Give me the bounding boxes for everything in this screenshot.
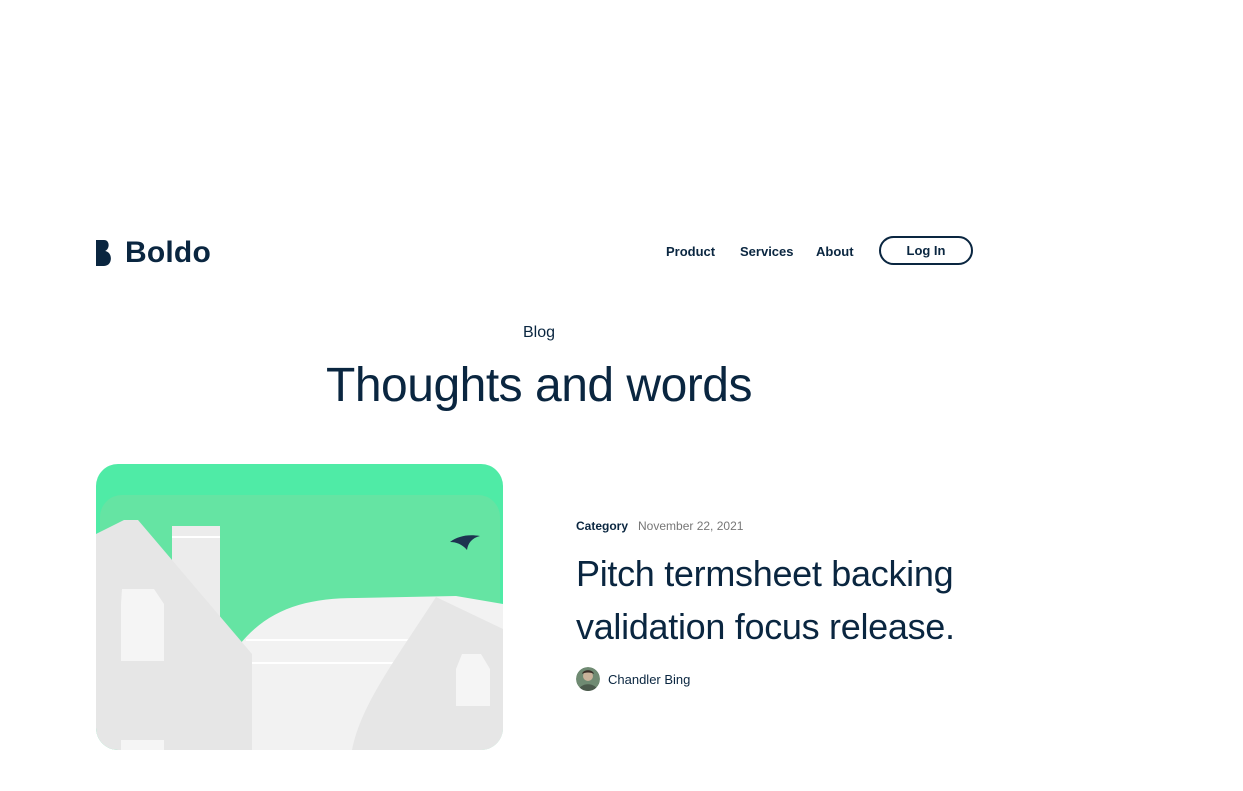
login-button[interactable]: Log In (879, 236, 973, 265)
post-meta: Category November 22, 2021 (576, 519, 743, 533)
author-avatar (576, 667, 600, 691)
nav-about-link[interactable]: About (816, 244, 854, 260)
top-nav: Product Services About Log In (0, 236, 1243, 269)
page-title: Thoughts and words (326, 359, 752, 412)
nav-services-link[interactable]: Services (740, 244, 794, 260)
post-title[interactable]: Pitch termsheet backing validation focus… (576, 547, 1016, 653)
author-name[interactable]: Chandler Bing (608, 672, 690, 687)
post-author: Chandler Bing (576, 667, 690, 691)
post-category[interactable]: Category (576, 519, 628, 533)
cover-illustration (96, 464, 503, 750)
post-date: November 22, 2021 (638, 519, 744, 533)
nav-product-link[interactable]: Product (666, 244, 715, 260)
post-cover-image[interactable] (96, 464, 503, 750)
section-eyebrow: Blog (522, 324, 556, 341)
